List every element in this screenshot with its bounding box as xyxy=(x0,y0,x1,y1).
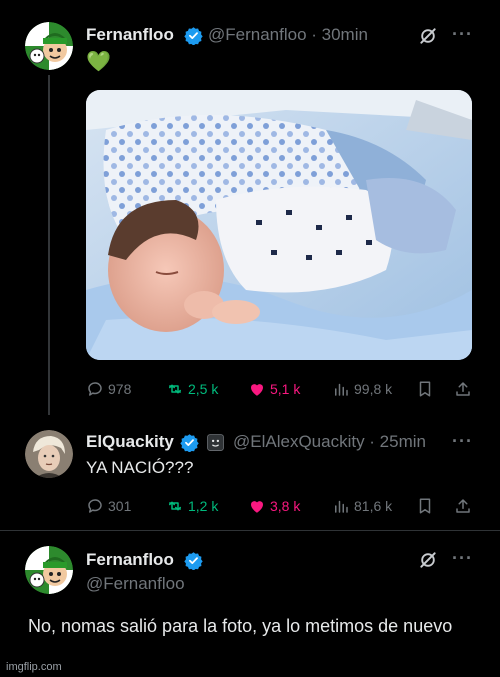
more-options-icon[interactable]: ··· xyxy=(452,548,473,569)
tweet-text: No, nomas salió para la foto, ya lo meti… xyxy=(28,616,453,636)
share-button[interactable] xyxy=(454,380,472,398)
grok-icon[interactable] xyxy=(418,26,438,46)
more-options-icon[interactable]: ··· xyxy=(452,24,473,45)
bookmark-button[interactable] xyxy=(416,497,434,515)
retweet-icon xyxy=(169,384,181,394)
like-button[interactable]: 3,8 k xyxy=(248,497,300,515)
heart-filled-icon xyxy=(251,384,263,396)
share-icon xyxy=(456,382,470,396)
tweet-text: YA NACIÓ??? xyxy=(86,458,194,477)
reply-icon xyxy=(88,382,102,396)
fernanfloo-avatar-icon xyxy=(25,22,73,70)
verified-badge-icon xyxy=(184,27,203,45)
tweet-fernanfloo-1[interactable]: Fernanfloo @Fernanfloo · 30min ··· 💚 978… xyxy=(0,0,500,415)
verified-badge-icon xyxy=(180,434,199,452)
views-chart-icon xyxy=(335,500,348,513)
fernanfloo-avatar-icon xyxy=(25,546,73,594)
like-count: 3,8 k xyxy=(270,498,301,514)
tweet-photo[interactable] xyxy=(86,90,472,360)
bookmark-icon xyxy=(419,381,431,397)
views-chart-icon xyxy=(335,383,348,396)
share-button[interactable] xyxy=(454,497,472,515)
retweet-icon xyxy=(169,501,181,511)
reply-button[interactable]: 978 xyxy=(86,380,131,398)
reply-count: 301 xyxy=(108,498,132,514)
watermark: imgflip.com xyxy=(6,661,62,673)
newborn-baby-photo xyxy=(86,90,472,360)
more-options-icon[interactable]: ··· xyxy=(452,431,473,452)
reply-icon xyxy=(88,499,102,513)
reply-button[interactable]: 301 xyxy=(86,497,131,515)
grok-icon[interactable] xyxy=(418,550,438,570)
tweet-actions: 978 2,5 k 5,1 k 99,8 k xyxy=(86,380,476,402)
author-name[interactable]: Fernanfloo xyxy=(86,25,174,45)
avatar[interactable] xyxy=(25,546,73,594)
verified-badge-icon xyxy=(184,552,203,570)
tweet-actions: 301 1,2 k 3,8 k 81,6 k xyxy=(86,497,476,519)
retweet-count: 1,2 k xyxy=(188,498,219,514)
bookmark-icon xyxy=(419,498,431,514)
retweet-button[interactable]: 1,2 k xyxy=(166,497,218,515)
like-count: 5,1 k xyxy=(270,381,301,397)
avatar[interactable] xyxy=(25,22,73,70)
author-name[interactable]: Fernanfloo xyxy=(86,550,174,570)
views-count: 81,6 k xyxy=(354,498,393,514)
bookmark-button[interactable] xyxy=(416,380,434,398)
avatar[interactable] xyxy=(25,430,73,478)
retweet-count: 2,5 k xyxy=(188,381,219,397)
author-name[interactable]: ElQuackity xyxy=(86,432,174,452)
heart-filled-icon xyxy=(251,501,263,513)
author-handle[interactable]: @Fernanfloo xyxy=(86,574,185,594)
affiliate-badge-icon xyxy=(207,434,224,451)
tweet-quackity[interactable]: ElQuackity @ElAlexQuackity · 25min ··· Y… xyxy=(0,410,500,530)
divider xyxy=(0,530,500,531)
tweet-fernanfloo-2[interactable]: Fernanfloo @Fernanfloo ··· No, nomas sal… xyxy=(0,530,500,677)
retweet-button[interactable]: 2,5 k xyxy=(166,380,218,398)
tweet-text-emoji: 💚 xyxy=(86,51,111,73)
reply-count: 978 xyxy=(108,381,132,397)
share-icon xyxy=(456,499,470,513)
quackity-avatar-icon xyxy=(25,430,73,478)
views-count: 99,8 k xyxy=(354,381,393,397)
author-handle[interactable]: @Fernanfloo · 30min xyxy=(208,25,368,45)
views-button[interactable]: 81,6 k xyxy=(332,497,392,515)
author-handle[interactable]: @ElAlexQuackity · 25min xyxy=(233,432,426,452)
thread-line xyxy=(48,75,50,415)
views-button[interactable]: 99,8 k xyxy=(332,380,392,398)
like-button[interactable]: 5,1 k xyxy=(248,380,300,398)
